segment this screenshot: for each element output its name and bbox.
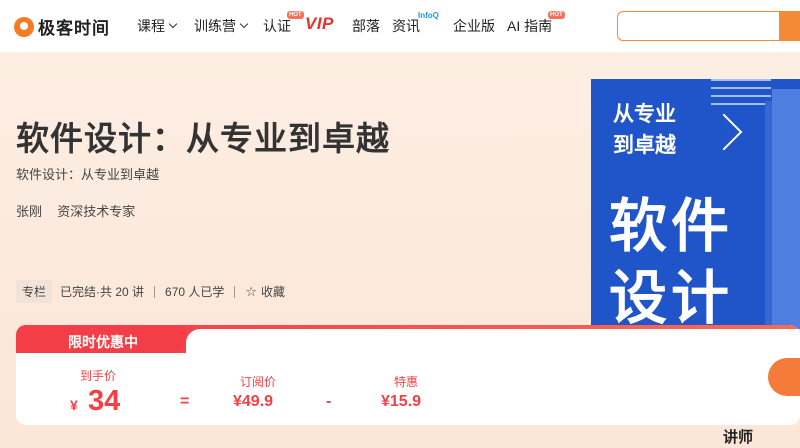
cover-title-line: 软件 xyxy=(609,194,734,259)
nav-courses[interactable]: 课程 xyxy=(137,16,178,36)
nav-ai-guide[interactable]: AI 指南 xyxy=(507,16,552,36)
teacher-section-title: 讲师 xyxy=(723,429,754,446)
nav-courses-label: 课程 xyxy=(137,18,165,34)
course-type-tag: 专栏 xyxy=(16,280,53,303)
cover-title-line: 设计 xyxy=(609,266,734,329)
final-price-label: 到手价 xyxy=(80,369,117,383)
logo[interactable]: 极客时间 xyxy=(14,14,110,39)
course-subtitle: 软件设计：从专业到卓越 xyxy=(16,167,160,182)
learner-count: 670 人已学 xyxy=(165,285,225,299)
nav-certification[interactable]: 认证 xyxy=(263,16,291,36)
course-meta: 专栏 已完结·共 20 讲 670 人已学 ☆ 收藏 xyxy=(16,280,285,303)
author-name[interactable]: 张刚 xyxy=(16,204,42,219)
chevron-right-icon xyxy=(705,113,743,151)
nav-news-label: 资讯 xyxy=(392,18,420,34)
promo-bar-cutout xyxy=(186,329,800,353)
divider xyxy=(234,285,236,298)
logo-icon xyxy=(14,16,34,37)
nav-bootcamp[interactable]: 训练营 xyxy=(194,16,249,36)
nav-bootcamp-label: 训练营 xyxy=(194,18,236,34)
course-cover: 从专业 到卓越 软件 设计 xyxy=(591,79,800,329)
subscription-price-value: ¥49.9 xyxy=(233,393,274,410)
subscription-price-label: 订阅价 xyxy=(240,375,277,389)
author-title: 资深技术专家 xyxy=(57,204,136,219)
nav-news[interactable]: 资讯 xyxy=(392,16,420,36)
cover-subtitle-line: 从专业 xyxy=(613,103,676,126)
search-input[interactable] xyxy=(617,11,800,41)
nav-tribe[interactable]: 部落 xyxy=(352,16,380,36)
price-card: 限时优惠中 到手价 ¥ 34 = 订阅价 ¥49.9 - 特惠 ¥15.9 xyxy=(16,325,800,425)
discount-label: 特惠 xyxy=(394,375,419,389)
nav-vip[interactable]: VIP xyxy=(305,14,334,34)
favorite-label: 收藏 xyxy=(261,285,286,299)
cover-subtitle-line: 到卓越 xyxy=(613,134,676,157)
star-icon: ☆ xyxy=(245,283,258,299)
search-button[interactable] xyxy=(779,11,800,41)
nav-enterprise[interactable]: 企业版 xyxy=(453,16,495,36)
course-title: 软件设计：从专业到卓越 xyxy=(16,120,390,157)
promo-label: 限时优惠中 xyxy=(68,334,138,350)
buy-button[interactable] xyxy=(768,358,800,396)
hot-badge: HOT xyxy=(287,11,304,19)
course-status: 已完结·共 20 讲 xyxy=(60,285,145,299)
equals-sign: = xyxy=(180,393,190,410)
author-info: 张刚 资深技术专家 xyxy=(16,201,135,220)
cover-decoration xyxy=(772,89,800,329)
minus-sign: - xyxy=(326,393,332,410)
chevron-down-icon xyxy=(239,19,249,29)
final-price-currency: ¥ xyxy=(70,397,78,413)
infoq-badge: InfoQ xyxy=(418,11,439,20)
nav-enterprise-label: 企业版 xyxy=(453,18,495,34)
hot-badge: HOT xyxy=(548,11,565,19)
nav-tribe-label: 部落 xyxy=(352,18,380,34)
cover-title: 软件 设计 xyxy=(609,191,733,329)
chevron-down-icon xyxy=(168,19,178,29)
final-price-value: 34 xyxy=(88,385,121,417)
divider xyxy=(154,285,156,298)
discount-value: ¥15.9 xyxy=(381,393,422,410)
nav-certification-label: 认证 xyxy=(263,18,291,34)
cover-decoration xyxy=(711,79,771,111)
cover-subtitle: 从专业 到卓越 xyxy=(613,99,676,161)
top-nav: 极客时间 课程 训练营 认证 HOT VIP 部落 资讯 InfoQ 企业版 A… xyxy=(0,0,800,52)
logo-text: 极客时间 xyxy=(38,19,110,38)
nav-ai-guide-label: AI 指南 xyxy=(507,18,553,34)
favorite-button[interactable]: ☆ 收藏 xyxy=(245,283,285,300)
